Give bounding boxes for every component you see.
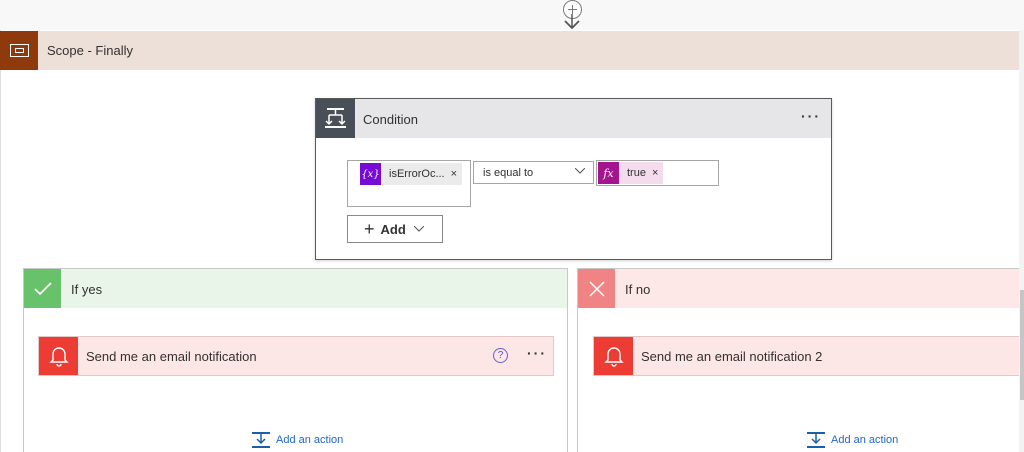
- scope-title: Scope - Finally: [47, 43, 133, 58]
- condition-right-operand-field[interactable]: fx true ×: [596, 160, 719, 186]
- if-yes-branch: If yes Send me an email notification ? ·…: [23, 268, 568, 452]
- plus-icon: +: [364, 219, 375, 239]
- expression-icon: fx: [598, 162, 619, 184]
- scope-icon: [0, 31, 38, 70]
- action-more-menu-icon[interactable]: ···: [527, 345, 547, 361]
- email-notification-action[interactable]: Send me an email notification ? ···: [38, 336, 554, 376]
- close-icon: [578, 269, 615, 308]
- condition-more-menu-icon[interactable]: ···: [801, 108, 821, 124]
- chevron-down-icon: [575, 168, 585, 174]
- token-label: isErrorOc...: [389, 168, 445, 180]
- add-action-label: Add an action: [276, 434, 344, 446]
- help-icon[interactable]: ?: [493, 348, 508, 363]
- expression-token[interactable]: fx true ×: [598, 162, 664, 184]
- add-condition-button[interactable]: + Add: [347, 215, 443, 243]
- add-an-action-link[interactable]: Add an action: [251, 431, 343, 449]
- condition-card: Condition ··· {x} isErrorOc... × is equa…: [315, 98, 832, 260]
- condition-title: Condition: [363, 112, 418, 127]
- chevron-down-icon: [413, 226, 424, 232]
- if-yes-title: If yes: [71, 282, 103, 297]
- if-no-branch: If no Send me an email notification 2 Ad…: [577, 268, 1024, 452]
- if-no-title: If no: [625, 282, 651, 297]
- email-notification-2-action[interactable]: Send me an email notification 2: [593, 336, 1024, 376]
- arrow-down-icon: [564, 14, 580, 30]
- add-action-icon: [807, 432, 825, 448]
- remove-token-icon[interactable]: ×: [451, 168, 462, 180]
- action-title: Send me an email notification: [86, 349, 257, 364]
- if-yes-header[interactable]: If yes: [24, 269, 567, 308]
- operator-dropdown[interactable]: is equal to: [473, 161, 594, 184]
- operator-value: is equal to: [483, 167, 534, 179]
- condition-header[interactable]: Condition ···: [316, 99, 831, 138]
- bell-icon: [594, 337, 633, 375]
- add-an-action-link[interactable]: Add an action: [806, 431, 898, 449]
- token-label: true: [627, 167, 646, 179]
- add-action-label: Add an action: [831, 434, 899, 446]
- dynamic-content-token[interactable]: {x} isErrorOc... ×: [360, 163, 463, 185]
- condition-icon: [316, 99, 355, 138]
- canvas-top-area: [0, 0, 1024, 30]
- variable-icon: {x}: [360, 163, 381, 185]
- bell-icon: [39, 337, 78, 375]
- scope-header[interactable]: Scope - Finally: [0, 31, 1022, 70]
- if-no-header[interactable]: If no: [578, 269, 1024, 308]
- scrollbar-thumb[interactable]: [1020, 290, 1024, 400]
- add-action-icon: [252, 432, 270, 448]
- add-button-label: Add: [380, 221, 406, 237]
- condition-left-operand-field[interactable]: {x} isErrorOc... ×: [347, 160, 471, 207]
- checkmark-icon: [24, 269, 61, 308]
- action-title: Send me an email notification 2: [641, 349, 823, 364]
- remove-token-icon[interactable]: ×: [652, 167, 663, 179]
